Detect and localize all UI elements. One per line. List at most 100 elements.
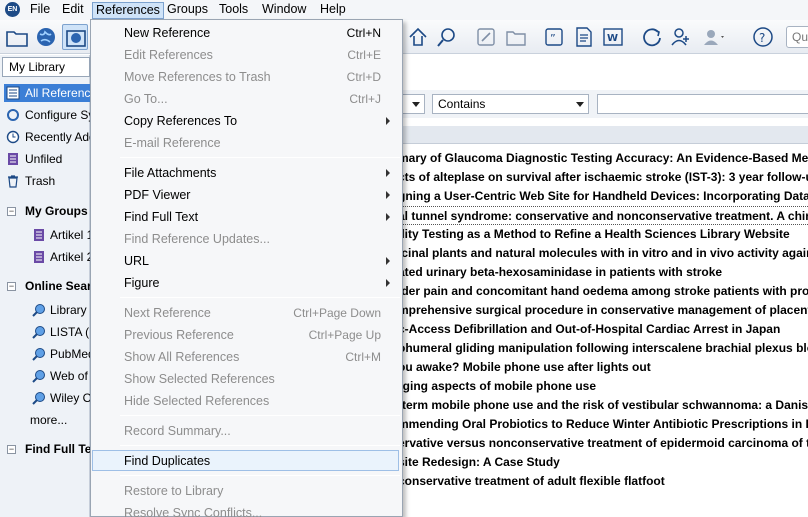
online-search-lista[interactable]: LISTA (EBSCO) (30, 323, 90, 341)
group-recently-added[interactable]: Recently Added (4, 128, 90, 146)
online-search-web-of-science[interactable]: Web of Science (30, 367, 90, 385)
online-search-label: Library of Congress (50, 303, 90, 317)
menu-item-url[interactable]: URL (124, 251, 149, 271)
online-search-pubmed[interactable]: PubMed (NLM) (30, 345, 90, 363)
reference-row[interactable]: lder pain and concomitant hand oedema am… (398, 282, 808, 301)
collapse-my-groups-icon[interactable]: − (7, 207, 16, 216)
menu-item-find-reference-updates[interactable]: Find Reference Updates... (124, 229, 270, 249)
group-all-references[interactable]: All References (4, 84, 90, 102)
reference-row[interactable]: gning a User-Centric Web Site for Handhe… (398, 187, 808, 206)
online-search-header[interactable]: Online Search (25, 278, 90, 294)
menu-item-find-duplicates[interactable]: Find Duplicates (124, 451, 210, 471)
trash-icon (6, 174, 20, 188)
menu-references[interactable]: References (92, 2, 164, 19)
menu-item-email-reference[interactable]: E-mail Reference (124, 133, 221, 153)
group-trash[interactable]: Trash (4, 172, 90, 190)
online-search-more-link[interactable]: more... (30, 411, 90, 429)
reference-row[interactable]: ervative versus nonconservative treatmen… (398, 434, 808, 453)
submenu-arrow-icon (386, 213, 390, 221)
menu-item-next-reference[interactable]: Next Reference (124, 303, 211, 323)
reference-row[interactable]: mprehensive surgical procedure in conser… (398, 301, 808, 320)
sync-icon[interactable] (639, 24, 665, 50)
submenu-arrow-icon (386, 117, 390, 125)
reference-row[interactable]: mmending Oral Probiotics to Reduce Winte… (398, 415, 808, 434)
menu-item-pdf-viewer[interactable]: PDF Viewer (124, 185, 190, 205)
menu-window[interactable]: Window (259, 2, 309, 19)
reference-row[interactable]: ou awake? Mobile phone use after lights … (398, 358, 808, 377)
online-search-mode-icon[interactable] (33, 24, 59, 50)
format-bibliography-icon[interactable] (571, 24, 597, 50)
reference-row[interactable]: ated urinary beta-hexosaminidase in pati… (398, 263, 808, 282)
menu-item-resolve-sync-conflicts[interactable]: Resolve Sync Conflicts... (124, 503, 262, 517)
word-document-icon[interactable]: W (600, 24, 626, 50)
online-search-library-of-congress[interactable]: Library of Congress (30, 301, 90, 319)
search-term-input[interactable] (597, 94, 808, 114)
menu-item-figure[interactable]: Figure (124, 273, 159, 293)
insert-citation-icon[interactable]: ” (541, 24, 567, 50)
menu-item-previous-reference[interactable]: Previous Reference (124, 325, 234, 345)
help-icon[interactable]: ? (750, 24, 776, 50)
group-configure-sync[interactable]: Configure Sync (4, 106, 90, 124)
open-file-icon[interactable] (503, 24, 529, 50)
library-selector[interactable]: My Library (2, 57, 90, 77)
reference-row[interactable]: site Redesign: A Case Study (398, 453, 808, 472)
group-artikel-1[interactable]: Artikel 1 (30, 226, 90, 244)
menu-item-new-reference[interactable]: New Reference (124, 23, 210, 43)
local-library-mode-icon[interactable] (4, 24, 30, 50)
svg-text:W: W (607, 33, 618, 44)
open-link-icon[interactable] (473, 24, 499, 50)
reference-row[interactable]: cts of alteplase on survival after ischa… (398, 168, 808, 187)
group-unfiled[interactable]: Unfiled (4, 150, 90, 168)
menu-item-show-all-references[interactable]: Show All References (124, 347, 239, 367)
menu-item-restore-to-library[interactable]: Restore to Library (124, 481, 223, 501)
library-activity-icon[interactable] (700, 24, 726, 50)
export-icon[interactable] (405, 24, 431, 50)
reference-row[interactable]: -term mobile phone use and the risk of v… (398, 396, 808, 415)
group-artikel-2[interactable]: Artikel 2 (30, 248, 90, 266)
online-search-icon (32, 369, 46, 383)
collapse-online-search-icon[interactable]: − (7, 282, 16, 291)
my-groups-header[interactable]: My Groups (25, 203, 88, 219)
reference-row[interactable]: al tunnel syndrome: conservative and non… (398, 206, 808, 225)
all-references-icon (6, 86, 20, 100)
submenu-arrow-icon (386, 257, 390, 265)
menu-file[interactable]: File (27, 2, 53, 19)
menu-edit[interactable]: Edit (59, 2, 87, 19)
menu-item-hide-selected-references[interactable]: Hide Selected References (124, 391, 269, 411)
reference-row[interactable]: rging aspects of mobile phone use (398, 377, 808, 396)
svg-text:?: ? (759, 31, 765, 45)
menu-item-record-summary[interactable]: Record Summary... (124, 421, 231, 441)
collapse-find-full-text-icon[interactable]: − (7, 445, 16, 454)
online-search-icon (32, 303, 46, 317)
menu-groups[interactable]: Groups (164, 2, 211, 19)
find-full-text-icon[interactable] (434, 24, 460, 50)
reference-row[interactable]: conservative treatment of adult flexible… (398, 472, 808, 491)
search-condition-select[interactable]: Contains (432, 94, 589, 114)
quick-search-input[interactable]: Qu (786, 26, 808, 48)
reference-row[interactable]: c-Access Defibrillation and Out-of-Hospi… (398, 320, 808, 339)
online-search-icon (32, 347, 46, 361)
menu-item-edit-references[interactable]: Edit References (124, 45, 213, 65)
menu-item-find-full-text[interactable]: Find Full Text (124, 207, 198, 227)
menu-item-copy-references-to[interactable]: Copy References To (124, 111, 237, 131)
group-label: Recently Added (25, 130, 90, 144)
group-label: Unfiled (25, 152, 63, 166)
reference-row[interactable]: ohumeral gliding manipulation following … (398, 339, 808, 358)
menu-tools[interactable]: Tools (216, 2, 251, 19)
menu-separator (120, 415, 400, 416)
menu-help[interactable]: Help (317, 2, 349, 19)
find-full-text-header[interactable]: Find Full Text (25, 441, 90, 457)
reference-row[interactable]: mary of Glaucoma Diagnostic Testing Accu… (398, 149, 808, 168)
online-search-wiley[interactable]: Wiley Online Library (30, 389, 90, 407)
menu-item-file-attachments[interactable]: File Attachments (124, 163, 216, 183)
share-library-icon[interactable] (668, 24, 694, 50)
clock-icon (6, 130, 20, 144)
menu-item-go-to[interactable]: Go To... (124, 89, 168, 109)
submenu-arrow-icon (386, 279, 390, 287)
menu-item-move-to-trash[interactable]: Move References to Trash (124, 67, 271, 87)
reference-row[interactable]: ility Testing as a Method to Refine a He… (398, 225, 808, 244)
menu-item-show-selected-references[interactable]: Show Selected References (124, 369, 275, 389)
reference-row[interactable]: icinal plants and natural molecules with… (398, 244, 808, 263)
integrated-library-mode-icon[interactable] (62, 24, 88, 50)
shortcut-new-reference: Ctrl+N (346, 26, 381, 40)
